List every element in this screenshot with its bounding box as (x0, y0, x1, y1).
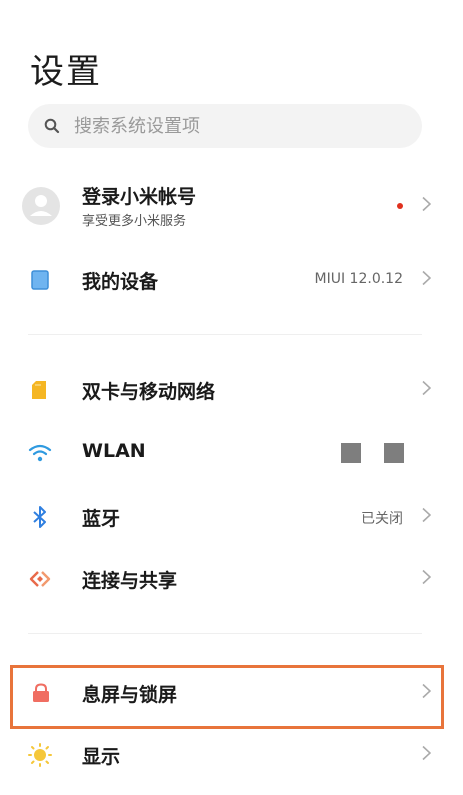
wlan-redacted-block (341, 443, 361, 463)
bluetooth-status: 已关闭 (361, 511, 403, 527)
lockscreen-row[interactable]: 息屏与锁屏 (0, 663, 463, 723)
chevron-right-icon (422, 683, 432, 703)
device-icon (31, 270, 49, 290)
section-divider (28, 334, 422, 335)
section-divider (28, 633, 422, 634)
bluetooth-icon (33, 506, 47, 528)
wifi-icon (28, 443, 52, 463)
chevron-right-icon (422, 569, 432, 589)
bluetooth-label: 蓝牙 (82, 508, 121, 530)
account-sublabel: 享受更多小米服务 (82, 214, 187, 229)
device-label: 我的设备 (82, 271, 159, 293)
chevron-right-icon (422, 507, 432, 527)
page-title: 设置 (30, 52, 102, 92)
chevron-right-icon (422, 745, 432, 765)
display-label: 显示 (82, 746, 121, 768)
sim-network-row[interactable]: 双卡与移动网络 (0, 362, 463, 418)
account-label: 登录小米帐号 (82, 186, 197, 208)
chevron-right-icon (422, 380, 432, 400)
my-device-row[interactable]: 我的设备 MIUI 12.0.12 (0, 252, 463, 308)
connection-sharing-row[interactable]: 连接与共享 (0, 551, 463, 607)
notification-dot (397, 203, 403, 209)
sim-card-icon (31, 380, 47, 400)
search-input[interactable] (74, 115, 374, 137)
lockscreen-label: 息屏与锁屏 (82, 684, 178, 706)
brightness-icon (28, 743, 52, 767)
chevron-right-icon (422, 196, 432, 216)
miui-version: MIUI 12.0.12 (314, 271, 403, 287)
display-row[interactable]: 显示 (0, 727, 463, 783)
sharing-label: 连接与共享 (82, 570, 178, 592)
wlan-row[interactable]: WLAN (0, 425, 463, 481)
search-icon (44, 118, 60, 134)
wlan-label: WLAN (82, 440, 146, 462)
search-bar[interactable] (28, 104, 422, 148)
wlan-redacted-block (384, 443, 404, 463)
sim-label: 双卡与移动网络 (82, 381, 216, 403)
account-row[interactable]: 登录小米帐号 享受更多小米服务 (0, 178, 463, 234)
bluetooth-row[interactable]: 蓝牙 已关闭 (0, 489, 463, 545)
chevron-right-icon (422, 270, 432, 290)
lock-icon (31, 683, 51, 703)
sharing-icon (29, 570, 51, 588)
avatar (22, 187, 60, 225)
